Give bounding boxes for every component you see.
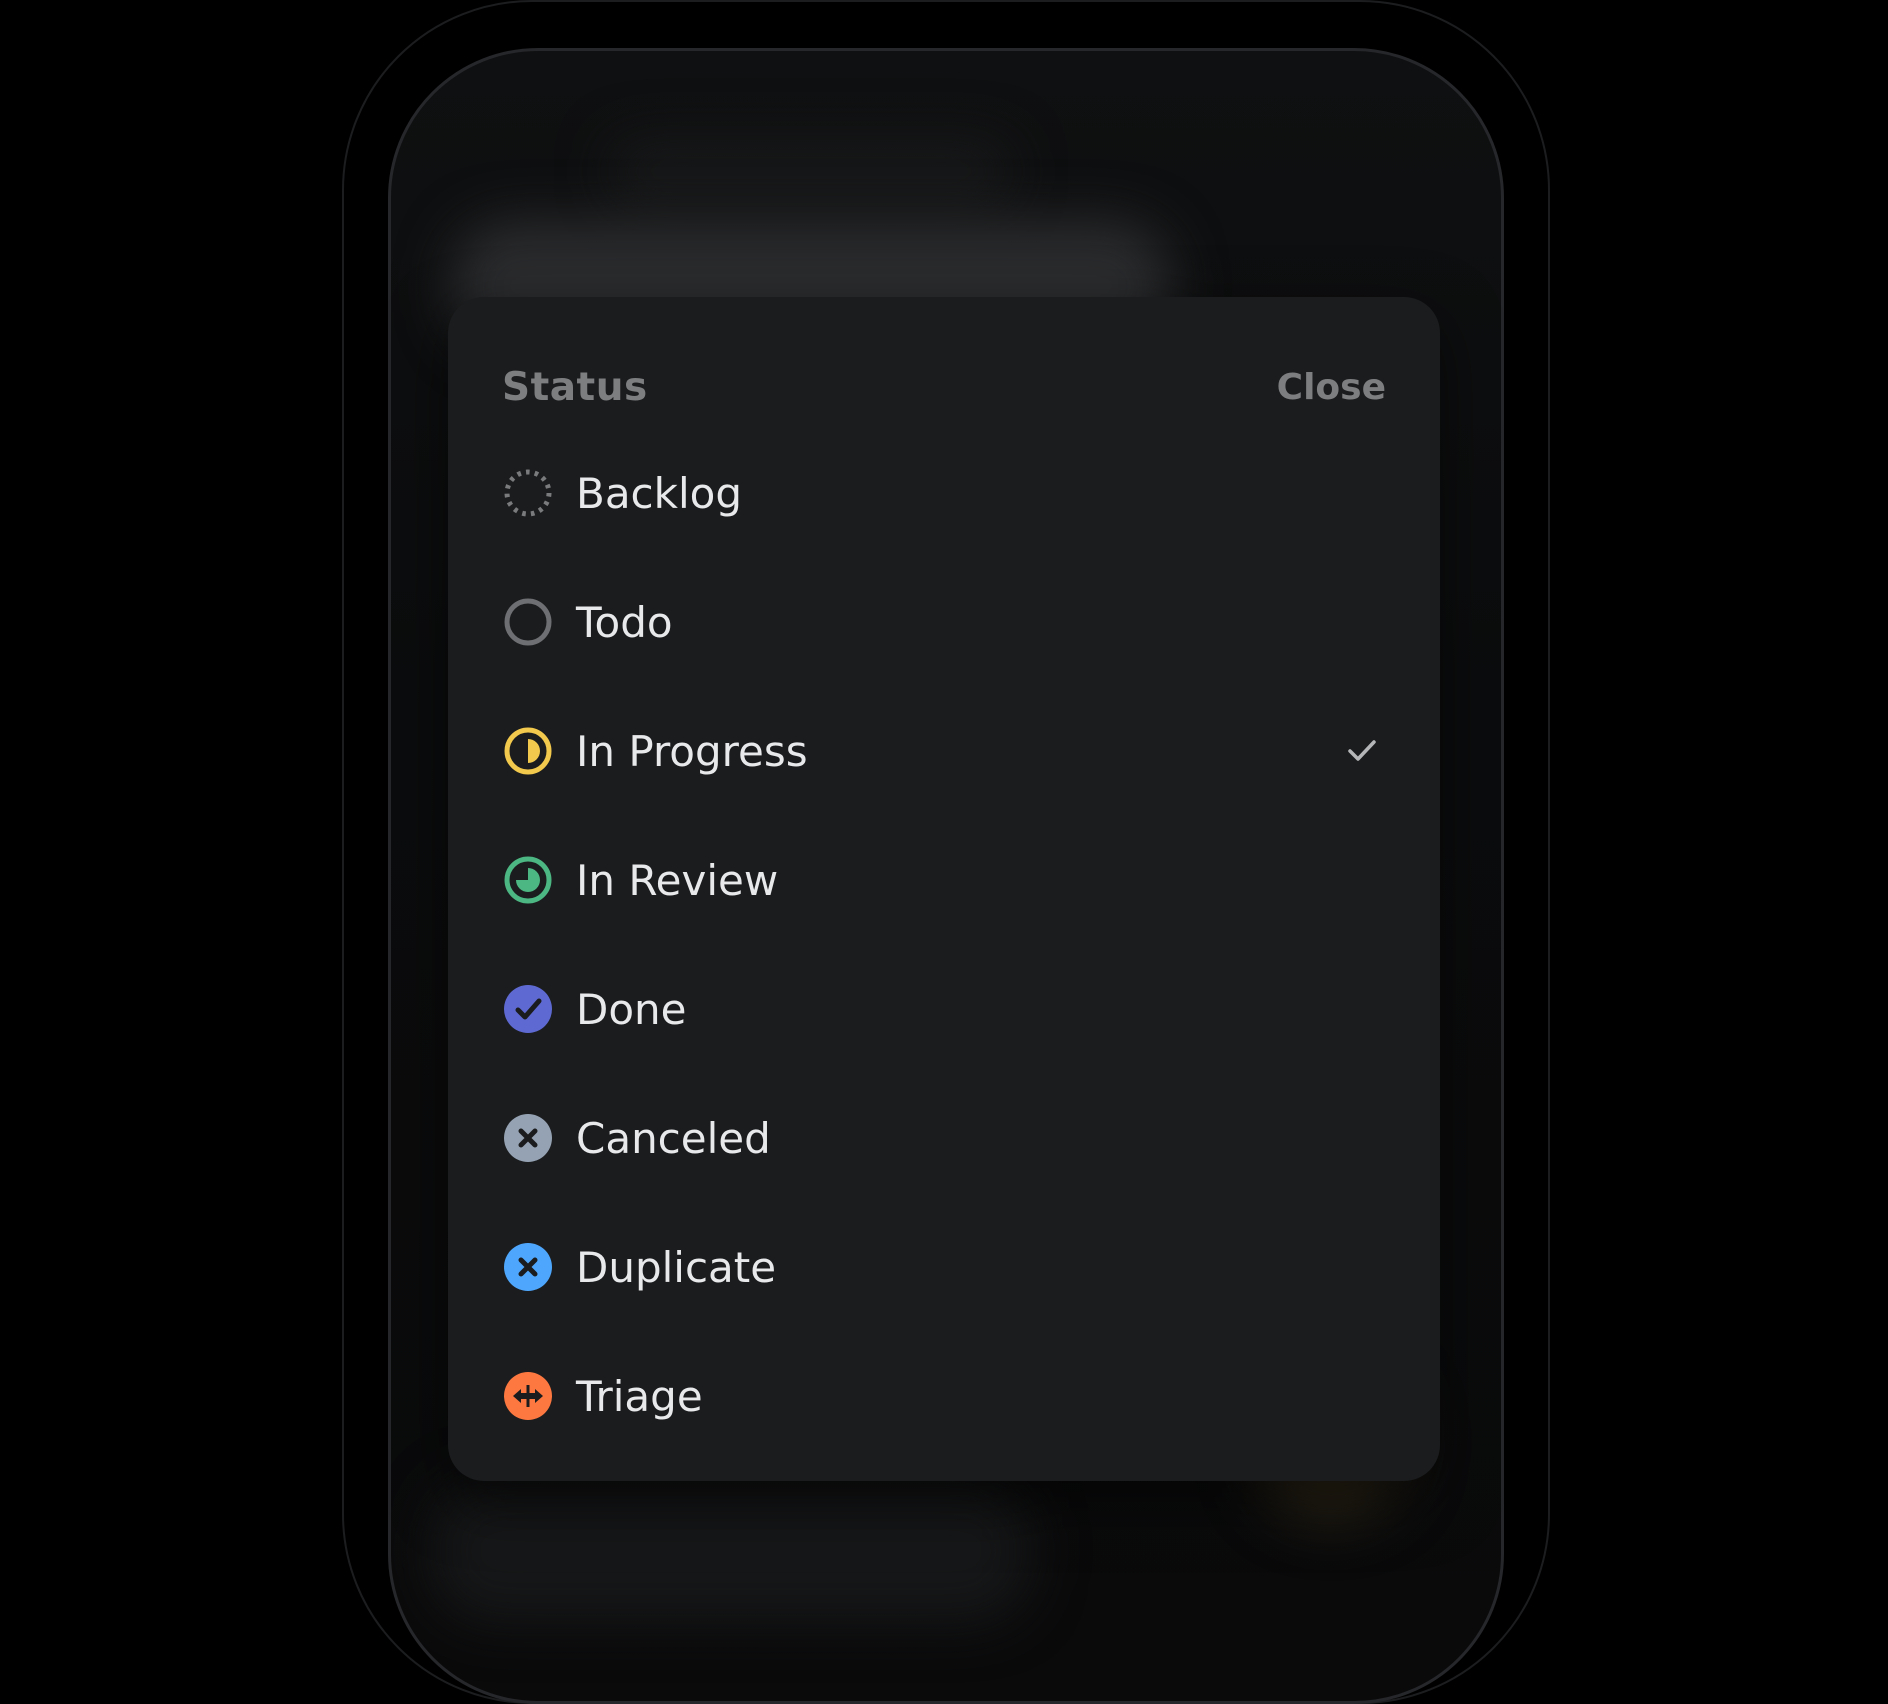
selected-checkmark-icon	[1342, 731, 1382, 771]
sheet-title: Status	[502, 364, 648, 410]
backlog-dotted-circle-icon	[502, 467, 554, 519]
in-progress-half-circle-icon	[502, 725, 554, 777]
status-option-label: Backlog	[576, 468, 742, 518]
status-option-label: In Review	[576, 855, 779, 905]
status-option-triage[interactable]: Triage	[502, 1346, 1386, 1446]
triage-arrows-circle-icon	[502, 1370, 554, 1422]
in-review-circle-icon	[502, 854, 554, 906]
close-button[interactable]: Close	[1277, 367, 1386, 408]
sheet-header: Status Close	[502, 357, 1386, 417]
status-option-label: Canceled	[576, 1113, 771, 1163]
duplicate-x-circle-icon	[502, 1241, 554, 1293]
status-option-backlog[interactable]: Backlog	[502, 443, 1386, 543]
status-option-label: Done	[576, 984, 687, 1034]
status-option-done[interactable]: Done	[502, 959, 1386, 1059]
background-blur	[611, 141, 1011, 201]
status-option-label: Duplicate	[576, 1242, 777, 1292]
status-sheet: Status Close Backlog Todo In Progress In…	[448, 297, 1440, 1481]
status-option-in-review[interactable]: In Review	[502, 830, 1386, 930]
done-check-circle-icon	[502, 983, 554, 1035]
status-option-label: In Progress	[576, 726, 808, 776]
status-option-duplicate[interactable]: Duplicate	[502, 1217, 1386, 1317]
todo-circle-icon	[502, 596, 554, 648]
background-blur	[431, 1481, 1031, 1621]
status-option-label: Todo	[576, 597, 673, 647]
status-option-canceled[interactable]: Canceled	[502, 1088, 1386, 1188]
status-option-label: Triage	[576, 1371, 703, 1421]
status-option-todo[interactable]: Todo	[502, 572, 1386, 672]
status-option-in-progress[interactable]: In Progress	[502, 701, 1386, 801]
canceled-x-circle-icon	[502, 1112, 554, 1164]
